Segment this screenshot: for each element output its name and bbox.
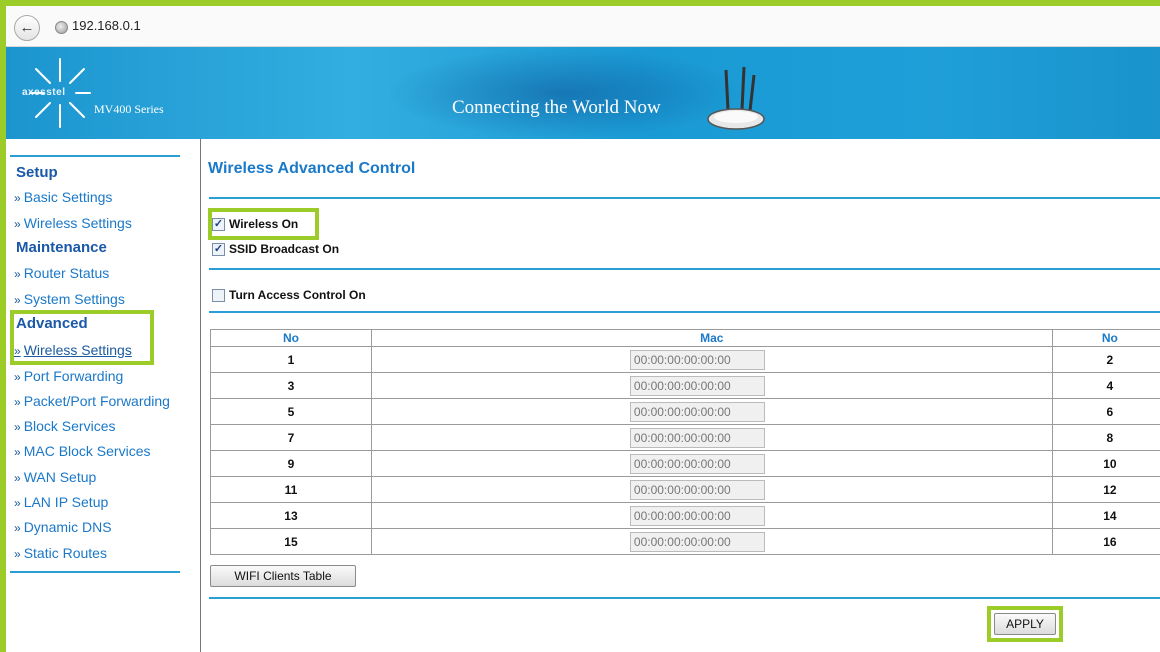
header-banner: axesstel MV400 Series Connecting the Wor… bbox=[6, 47, 1160, 139]
mac-address-input[interactable] bbox=[629, 453, 765, 474]
row-number-right: 16 bbox=[1051, 528, 1160, 555]
row-number-left: 7 bbox=[210, 424, 372, 451]
row-number-left: 5 bbox=[210, 398, 372, 425]
banner-tagline: Connecting the World Now bbox=[452, 97, 661, 118]
mac-address-input[interactable] bbox=[629, 505, 765, 526]
row-number-left: 15 bbox=[210, 528, 372, 555]
sidebar-item-block-services[interactable]: » Block Services bbox=[14, 418, 116, 434]
sidebar-item-static-routes[interactable]: » Static Routes bbox=[14, 545, 107, 561]
sidebar-bottom-divider bbox=[10, 571, 180, 573]
table-row: 3 4 bbox=[210, 372, 1160, 399]
sidebar-item-router-status[interactable]: » Router Status bbox=[14, 265, 109, 281]
sidebar-heading-maintenance: Maintenance bbox=[16, 239, 107, 256]
mac-address-table: No Mac No 1 2 3 4 5 6 7 bbox=[210, 329, 1160, 555]
sidebar-item-wan-setup[interactable]: » WAN Setup bbox=[14, 469, 96, 485]
browser-address-bar: ← 192.168.0.1 bbox=[6, 6, 1160, 47]
product-series: MV400 Series bbox=[94, 102, 164, 116]
sidebar-item-lan-ip-setup[interactable]: » LAN IP Setup bbox=[14, 494, 108, 510]
main-content: Wireless Advanced Control ✓ Wireless On … bbox=[201, 139, 1160, 652]
column-header-no-right: No bbox=[1051, 329, 1160, 347]
row-number-left: 3 bbox=[210, 372, 372, 399]
mac-address-input[interactable] bbox=[629, 479, 765, 500]
bottom-divider bbox=[209, 597, 1160, 599]
row-number-right: 10 bbox=[1051, 450, 1160, 477]
sidebar-item-wireless-settings-setup[interactable]: » Wireless Settings bbox=[14, 215, 132, 231]
row-number-left: 1 bbox=[210, 346, 372, 373]
sidebar-top-divider bbox=[10, 155, 180, 157]
sidebar-heading-setup: Setup bbox=[16, 164, 58, 181]
sidebar-nav: Setup » Basic Settings » Wireless Settings… bbox=[6, 139, 201, 652]
row-number-right: 14 bbox=[1051, 502, 1160, 529]
sidebar-item-system-settings[interactable]: » System Settings bbox=[14, 291, 125, 307]
title-divider bbox=[209, 197, 1160, 199]
globe-icon bbox=[55, 21, 68, 34]
table-header-row: No Mac No bbox=[210, 329, 1160, 347]
mac-address-input[interactable] bbox=[629, 427, 765, 448]
row-number-right: 2 bbox=[1051, 346, 1160, 373]
access-control-option: Turn Access Control On bbox=[212, 288, 366, 302]
table-row: 1 2 bbox=[210, 346, 1160, 373]
back-arrow-icon[interactable]: ← bbox=[14, 15, 40, 41]
column-header-mac: Mac bbox=[370, 329, 1053, 347]
mac-address-input[interactable] bbox=[629, 375, 765, 396]
banner-shade bbox=[386, 47, 746, 139]
column-header-no-left: No bbox=[210, 329, 372, 347]
row-number-left: 11 bbox=[210, 476, 372, 503]
row-number-right: 8 bbox=[1051, 424, 1160, 451]
sidebar-item-basic-settings[interactable]: » Basic Settings bbox=[14, 189, 112, 205]
table-row: 9 10 bbox=[210, 450, 1160, 477]
table-row: 5 6 bbox=[210, 398, 1160, 425]
access-control-divider bbox=[209, 311, 1160, 313]
row-number-right: 4 bbox=[1051, 372, 1160, 399]
url-text[interactable]: 192.168.0.1 bbox=[72, 18, 141, 33]
table-row: 15 16 bbox=[210, 528, 1160, 555]
table-row: 13 14 bbox=[210, 502, 1160, 529]
table-row: 11 12 bbox=[210, 476, 1160, 503]
brand-name: axesstel bbox=[22, 87, 66, 98]
sidebar-item-packet-port-forwarding[interactable]: » Packet/Port Forwarding bbox=[14, 393, 170, 409]
access-control-checkbox[interactable] bbox=[212, 288, 225, 302]
wifi-clients-table-button[interactable]: WIFI Clients Table bbox=[210, 565, 356, 587]
row-number-left: 9 bbox=[210, 450, 372, 477]
ssid-broadcast-option: ✓ SSID Broadcast On bbox=[212, 242, 340, 256]
highlight-box-wireless-on bbox=[208, 208, 319, 240]
sidebar-item-dynamic-dns[interactable]: » Dynamic DNS bbox=[14, 519, 112, 535]
options-divider bbox=[209, 268, 1160, 270]
row-number-right: 6 bbox=[1051, 398, 1160, 425]
page-title: Wireless Advanced Control bbox=[208, 160, 416, 177]
mac-address-input[interactable] bbox=[629, 401, 765, 422]
highlight-box-advanced-wireless bbox=[10, 310, 154, 365]
mac-address-input[interactable] bbox=[629, 349, 765, 370]
highlight-box-apply bbox=[987, 606, 1063, 642]
sidebar-item-port-forwarding[interactable]: » Port Forwarding bbox=[14, 368, 123, 384]
table-row: 7 8 bbox=[210, 424, 1160, 451]
row-number-right: 12 bbox=[1051, 476, 1160, 503]
sidebar-item-mac-block-services[interactable]: » MAC Block Services bbox=[14, 443, 151, 459]
mac-address-input[interactable] bbox=[629, 531, 765, 552]
ssid-broadcast-checkbox[interactable]: ✓ bbox=[212, 242, 225, 256]
row-number-left: 13 bbox=[210, 502, 372, 529]
router-icon bbox=[707, 66, 765, 130]
